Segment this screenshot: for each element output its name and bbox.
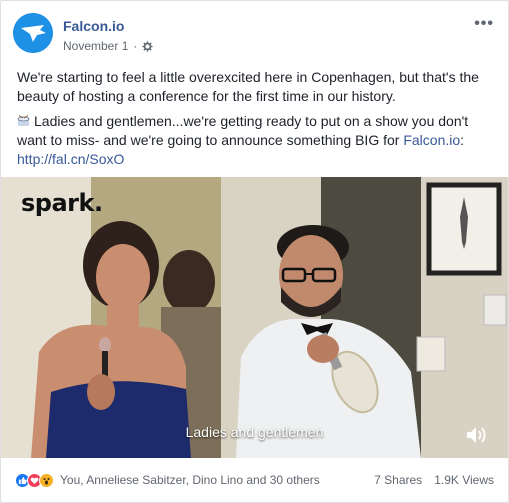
post-url-link[interactable]: http://fal.cn/SoxO bbox=[17, 151, 124, 167]
video-caption: Ladies and gentlemen bbox=[185, 424, 324, 440]
post-meta: November 1 · bbox=[63, 39, 153, 53]
video-player[interactable]: spark. Ladies and gentlemen bbox=[1, 177, 508, 458]
drum-emoji-icon bbox=[17, 115, 30, 126]
post-date[interactable]: November 1 bbox=[63, 39, 128, 53]
post-stats: 7 Shares 1.9K Views bbox=[374, 473, 494, 487]
page-name-link[interactable]: Falcon.io bbox=[63, 18, 124, 34]
post-paragraph-2: Ladies and gentlemen...we're getting rea… bbox=[17, 112, 495, 169]
avatar[interactable] bbox=[13, 13, 53, 53]
post-paragraph-2-end: : bbox=[460, 132, 465, 148]
spark-brand-logo: spark. bbox=[21, 189, 103, 217]
post-paragraph-2-text: Ladies and gentlemen...we're getting rea… bbox=[17, 113, 469, 148]
volume-icon[interactable] bbox=[466, 426, 488, 444]
views-count: 1.9K Views bbox=[434, 473, 494, 487]
reaction-names-link[interactable]: You, Anneliese Sabitzer, Dino Lino and 3… bbox=[60, 473, 320, 487]
video-frame-image bbox=[1, 177, 508, 458]
post-footer: You, Anneliese Sabitzer, Dino Lino and 3… bbox=[1, 461, 508, 499]
gear-icon[interactable] bbox=[142, 40, 153, 52]
post-paragraph-1: We're starting to feel a little overexci… bbox=[17, 69, 479, 104]
separator-dot: · bbox=[133, 39, 138, 53]
post-card: Falcon.io November 1 · ••• We're startin… bbox=[0, 0, 509, 503]
wow-icon bbox=[39, 472, 54, 488]
mention-link[interactable]: Falcon.io bbox=[403, 132, 460, 148]
post-header: Falcon.io November 1 · ••• bbox=[13, 13, 498, 57]
post-body: We're starting to feel a little overexci… bbox=[17, 68, 495, 175]
more-options-icon[interactable]: ••• bbox=[474, 15, 494, 33]
reaction-icons[interactable] bbox=[15, 472, 54, 488]
shares-count[interactable]: 7 Shares bbox=[374, 473, 422, 487]
falcon-logo-icon bbox=[13, 13, 53, 53]
